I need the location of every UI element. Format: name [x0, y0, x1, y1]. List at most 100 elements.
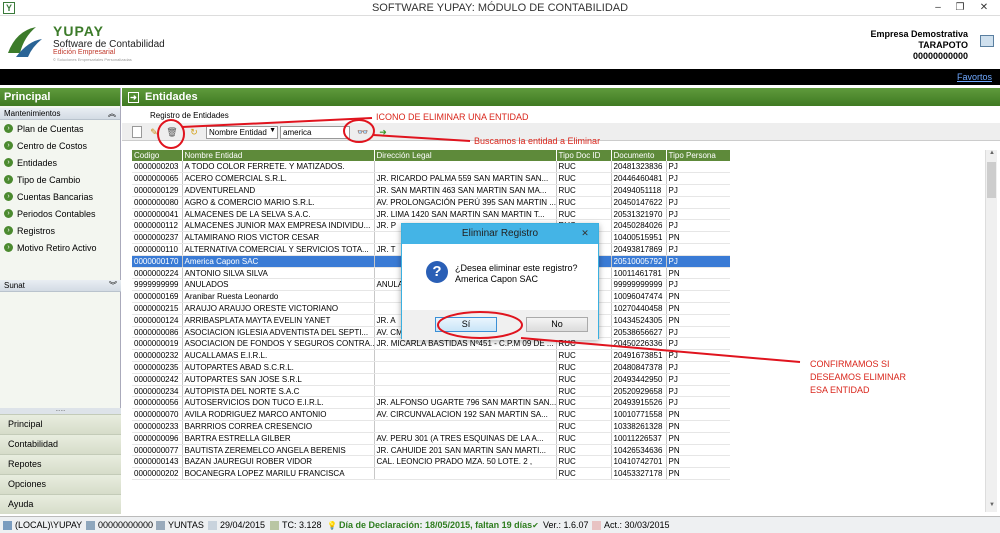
annotation-search: Buscamos la entidad a Eliminar — [474, 136, 601, 146]
dialog-close-icon[interactable]: ✕ — [576, 228, 594, 240]
column-header[interactable]: Dirección Legal — [374, 150, 557, 161]
table-row[interactable]: 0000000096 BARTRA ESTRELLA GILBER AV. PERU… — [132, 432, 730, 445]
table-cell: RUC — [556, 172, 612, 186]
table-row[interactable]: 0000000056 AUTOSERVICIOS DON TUCO E.I.R.L… — [132, 396, 730, 410]
table-row[interactable]: 0000000235 AUTOPARTES ABAD S.C.R.L. RUC 204… — [132, 361, 730, 374]
collapse-icon[interactable]: ︽ — [108, 108, 116, 119]
search-input[interactable]: america — [280, 126, 350, 139]
no-button[interactable]: No — [526, 317, 588, 332]
column-header[interactable]: Tipo Doc ID — [556, 150, 612, 161]
table-cell: 0000000143 — [132, 455, 183, 469]
sidebar-item-tipo-de-cambio[interactable]: › Tipo de Cambio — [0, 171, 120, 188]
delete-confirm-dialog: Eliminar Registro ✕ ? ¿Desea eliminar es… — [401, 223, 599, 340]
status-ruc-text: 00000000000 — [98, 520, 154, 530]
table-cell: Aranibar Ruesta Leonardo — [182, 290, 375, 304]
table-cell: RUC — [556, 349, 612, 363]
table-cell: PJ — [666, 196, 730, 209]
table-cell: 0000000169 — [132, 290, 183, 304]
table-row[interactable]: 0000000242 AUTOPARTES SAN JOSE S.R.L RUC 20… — [132, 373, 730, 386]
table-row[interactable]: 0000000080 AGRO & COMERCIO MARIO S.R.L. AV… — [132, 196, 730, 209]
new-document-icon[interactable] — [132, 126, 142, 138]
edit-icon[interactable]: ✎ — [148, 126, 160, 138]
table-cell: 20450147622 — [611, 196, 667, 209]
expand-icon[interactable]: ︾ — [109, 280, 117, 291]
table-cell: 0000000235 — [132, 361, 183, 374]
sidebar-item-label: Cuentas Bancarias — [17, 191, 94, 202]
version-icon: ✔ — [532, 520, 539, 530]
table-cell — [374, 420, 557, 433]
table-row[interactable]: 0000000041 ALMACENES DE LA SELVA S.A.C. JR… — [132, 208, 730, 221]
bullet-arrow-icon: › — [4, 175, 13, 184]
vertical-scrollbar[interactable]: ▲ ▼ — [985, 150, 997, 512]
scroll-thumb[interactable] — [987, 162, 996, 198]
scroll-up-icon[interactable]: ▲ — [986, 150, 998, 160]
table-cell: PJ — [666, 208, 730, 221]
table-row[interactable]: 0000000065 ACERO COMERCIAL S.R.L. JR. RICA… — [132, 172, 730, 186]
table-cell: AV. CIRCUNVALACION 192 SAN MARTIN SA... — [374, 408, 557, 422]
table-cell: 10096047474 — [611, 290, 667, 304]
table-row[interactable]: 0000000202 BOCANEGRA LOPEZ MARILU FRANCIS… — [132, 467, 730, 481]
bullet-arrow-icon: › — [4, 243, 13, 252]
nav-button-ayuda[interactable]: Ayuda — [0, 494, 121, 514]
table-cell: PJ — [666, 184, 730, 197]
favorites-link[interactable]: Favortos — [957, 72, 992, 82]
table-cell: JR. RICARDO PALMA 559 SAN MARTIN SAN... — [374, 172, 557, 186]
mantenimientos-section[interactable]: Mantenimientos ︽ — [0, 108, 120, 120]
sidebar: Principal Mantenimientos ︽ › Plan de Cuen… — [0, 88, 121, 514]
scroll-down-icon[interactable]: ▼ — [986, 502, 998, 512]
column-header[interactable]: Nombre Entidad — [182, 150, 375, 161]
table-row[interactable]: 0000000129 ADVENTURELAND JR. SAN MARTIN 46… — [132, 184, 730, 197]
table-row[interactable]: 0000000070 AVILA RODRIGUEZ MARCO ANTONIO A… — [132, 408, 730, 422]
sidebar-item-registros[interactable]: › Registros — [0, 222, 120, 239]
column-header[interactable]: Documento — [611, 150, 667, 161]
company-switch-icon[interactable] — [980, 35, 994, 47]
table-cell: ALTERNATIVA COMERCIAL Y SERVICIOS TOTA..… — [182, 243, 375, 256]
sidebar-item-cuentas-bancarias[interactable]: › Cuentas Bancarias — [0, 188, 120, 205]
table-cell: 9999999999 — [132, 278, 183, 292]
table-cell: PN — [666, 455, 730, 469]
table-cell: 20491673851 — [611, 349, 667, 363]
restore-icon[interactable]: ❐ — [950, 0, 970, 16]
annotation-delete-icon: ICONO DE ELIMINAR UNA ENTIDAD — [376, 112, 529, 122]
annotation-confirm-1: CONFIRMAMOS SI — [810, 359, 890, 369]
minimize-icon[interactable]: ‒ — [928, 0, 948, 16]
sidebar-item-motivo-retiro-activo[interactable]: › Motivo Retiro Activo — [0, 239, 120, 256]
sidebar-item-plan-de-cuentas[interactable]: › Plan de Cuentas — [0, 120, 120, 137]
table-cell: 20538656627 — [611, 326, 667, 339]
table-row[interactable]: 0000000232 AUCALLAMAS E.I.R.L. RUC 20491673… — [132, 349, 730, 363]
nav-button-contabilidad[interactable]: Contabilidad — [0, 434, 121, 454]
table-cell: 0000000232 — [132, 349, 183, 363]
nav-button-opciones[interactable]: Opciones — [0, 474, 121, 494]
close-icon[interactable]: ✕ — [973, 0, 995, 16]
table-row[interactable]: 0000000203 A TODO COLOR FERRETE. Y MATIZA… — [132, 161, 730, 174]
table-cell: PN — [666, 267, 730, 280]
refresh-icon[interactable]: ↻ — [188, 126, 200, 138]
table-cell: RUC — [556, 408, 612, 422]
table-cell: 10338261328 — [611, 420, 667, 433]
table-row[interactable]: 0000000143 BAZAN JAUREGUI ROBER VIDOR CAL.… — [132, 455, 730, 469]
column-header[interactable]: Codigo — [132, 150, 183, 161]
yes-button[interactable]: Sí — [435, 317, 497, 332]
table-cell: JR. ALFONSO UGARTE 796 SAN MARTIN SAN... — [374, 396, 557, 410]
table-cell: AUTOPARTES SAN JOSE S.R.L — [182, 373, 375, 386]
table-cell: 0000000065 — [132, 172, 183, 186]
table-cell: PJ — [666, 326, 730, 339]
table-row[interactable]: 0000000234 AUTOPISTA DEL NORTE S.A.C RUC 20… — [132, 385, 730, 398]
delete-icon[interactable]: 🗑 — [166, 126, 178, 138]
table-cell: 0000000019 — [132, 337, 183, 351]
go-icon[interactable]: ➜ — [377, 126, 389, 138]
column-header[interactable]: Tipo Persona — [666, 150, 730, 161]
sidebar-item-entidades[interactable]: › Entidades — [0, 154, 120, 171]
sunat-section[interactable]: Sunat ︾ — [0, 280, 121, 292]
nav-button-repotes[interactable]: Repotes — [0, 454, 121, 474]
binoculars-icon[interactable]: 👓 — [357, 126, 369, 138]
search-by-select[interactable]: Nombre Entidad ▼ — [206, 126, 278, 139]
table-row[interactable]: 0000000233 BARRRIOS CORREA CRESENCIO RUC 10… — [132, 420, 730, 433]
table-cell: JR. LIMA 1420 SAN MARTIN SAN MARTIN T... — [374, 208, 557, 221]
table-row[interactable]: 0000000077 BAUTISTA ZEREMELCO ANGELA BERE… — [132, 444, 730, 457]
table-cell: PJ — [666, 337, 730, 351]
sidebar-item-periodos-contables[interactable]: › Periodos Contables — [0, 205, 120, 222]
nav-button-principal[interactable]: Principal — [0, 414, 121, 434]
table-cell: RUC — [556, 396, 612, 410]
sidebar-item-centro-de-costos[interactable]: › Centro de Costos — [0, 137, 120, 154]
